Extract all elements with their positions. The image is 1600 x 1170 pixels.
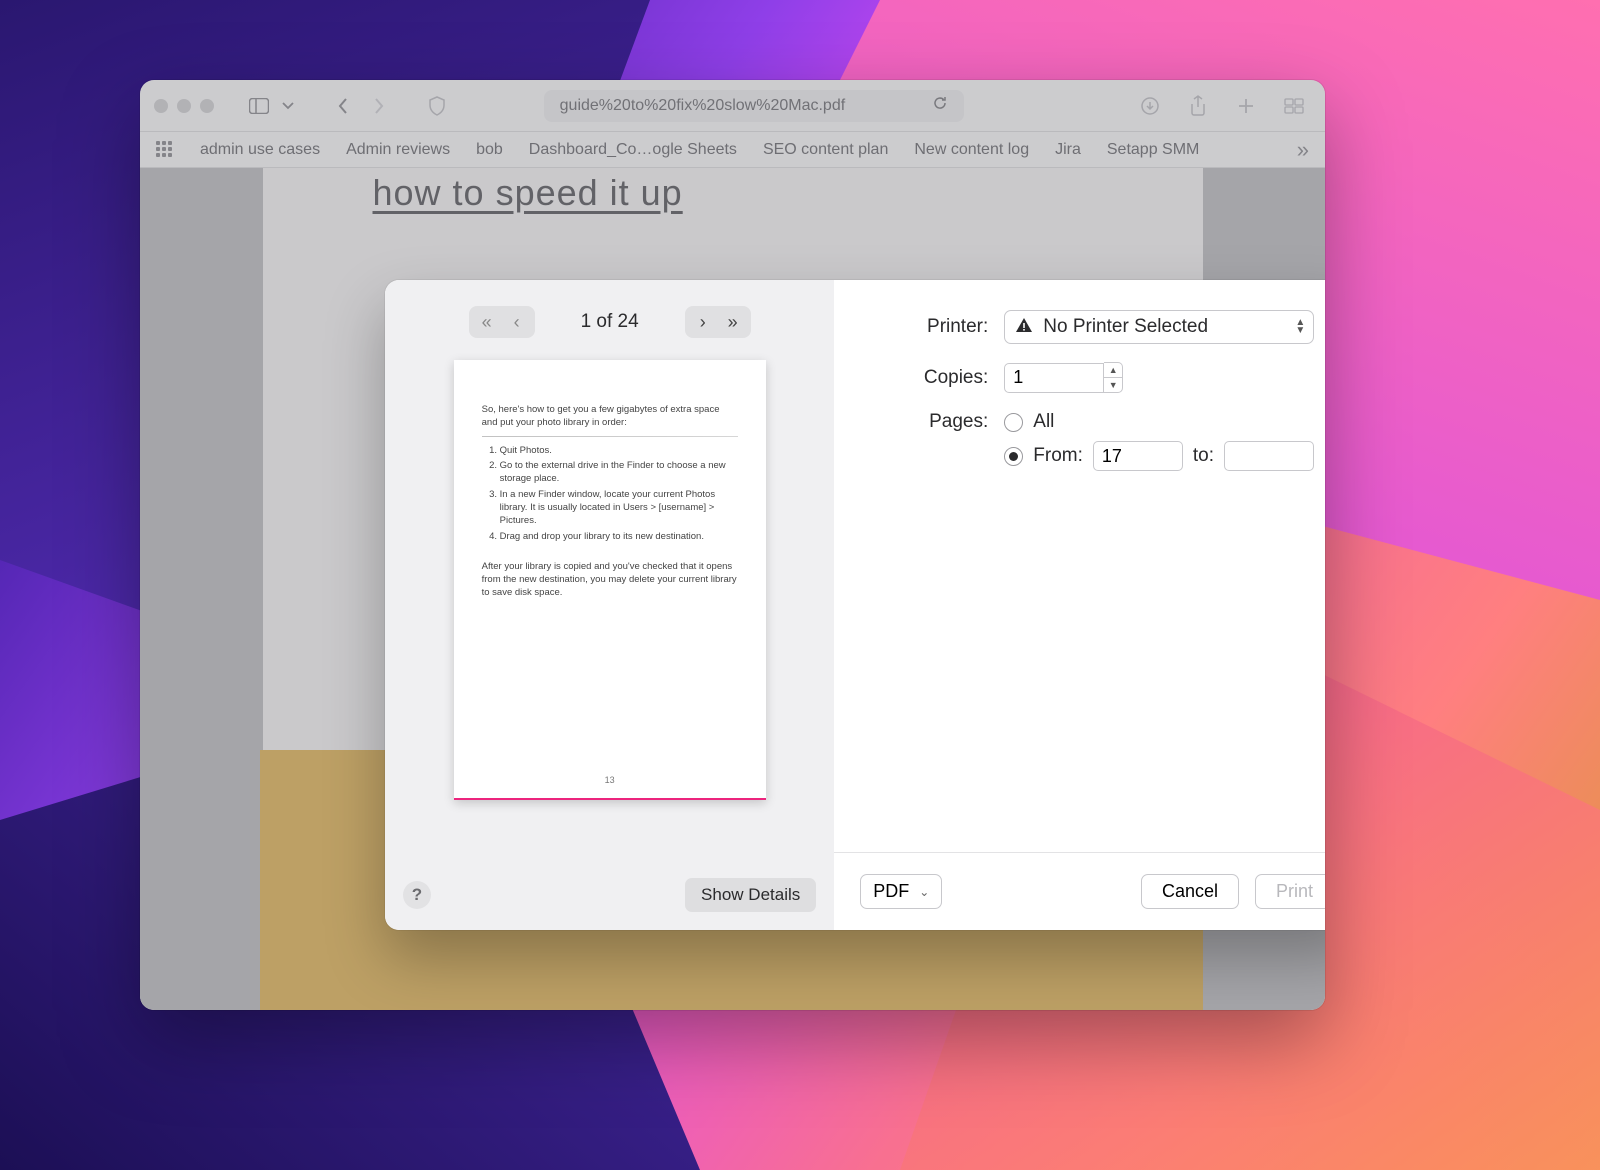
print-options-pane: Printer: No Printer Selected ▲▼ Copies: … bbox=[834, 280, 1325, 930]
preview-page-number: 13 bbox=[454, 774, 766, 786]
copies-label: Copies: bbox=[834, 367, 1004, 389]
reload-icon[interactable] bbox=[932, 95, 948, 116]
back-button[interactable] bbox=[326, 92, 360, 120]
pdf-button-label: PDF bbox=[873, 881, 909, 902]
preview-intro: So, here's how to get you a few gigabyte… bbox=[482, 404, 738, 430]
copies-input[interactable] bbox=[1004, 363, 1104, 393]
warning-icon bbox=[1015, 317, 1033, 338]
sidebar-dropdown-icon[interactable] bbox=[278, 92, 298, 120]
bookmarks-bar: admin use cases Admin reviews bob Dashbo… bbox=[140, 132, 1325, 168]
apps-grid-icon[interactable] bbox=[156, 141, 174, 159]
preview-steps: Quit Photos. Go to the external drive in… bbox=[500, 445, 738, 544]
window-controls bbox=[154, 99, 214, 113]
pages-from-label: From: bbox=[1033, 445, 1083, 467]
stepper-up-icon[interactable]: ▲ bbox=[1104, 363, 1122, 378]
printer-value: No Printer Selected bbox=[1043, 316, 1208, 338]
prev-page-button[interactable]: ‹ bbox=[502, 309, 532, 335]
sidebar-toggle-icon[interactable] bbox=[242, 92, 276, 120]
bookmark-item[interactable]: SEO content plan bbox=[763, 141, 888, 159]
first-page-button[interactable]: « bbox=[472, 309, 502, 335]
preview-page: So, here's how to get you a few gigabyte… bbox=[454, 360, 766, 800]
bookmark-item[interactable]: admin use cases bbox=[200, 141, 320, 159]
address-bar[interactable]: guide%20to%20fix%20slow%20Mac.pdf bbox=[544, 90, 964, 122]
preview-first-prev-group: « ‹ bbox=[469, 306, 535, 338]
doc-heading: how to speed it up bbox=[263, 168, 1203, 224]
copies-stepper[interactable]: ▲▼ bbox=[1104, 362, 1123, 393]
pages-from-radio[interactable] bbox=[1004, 447, 1023, 466]
chevron-down-icon: ⌄ bbox=[919, 885, 929, 899]
tabs-overview-icon[interactable] bbox=[1277, 92, 1311, 120]
preview-step: Quit Photos. bbox=[500, 445, 738, 458]
print-button[interactable]: Print bbox=[1255, 874, 1325, 909]
new-tab-icon[interactable] bbox=[1229, 92, 1263, 120]
share-icon[interactable] bbox=[1181, 92, 1215, 120]
preview-step: Go to the external drive in the Finder t… bbox=[500, 460, 738, 486]
minimize-window-button[interactable] bbox=[177, 99, 191, 113]
pages-to-input[interactable] bbox=[1224, 441, 1314, 471]
shield-icon[interactable] bbox=[420, 92, 454, 120]
print-dialog: « ‹ 1 of 24 › » So, here's how to get yo… bbox=[385, 280, 1325, 930]
bookmark-item[interactable]: Setapp SMM bbox=[1107, 141, 1199, 159]
preview-next-last-group: › » bbox=[685, 306, 751, 338]
bookmark-item[interactable]: Jira bbox=[1055, 141, 1081, 159]
page-indicator: 1 of 24 bbox=[553, 311, 667, 333]
close-window-button[interactable] bbox=[154, 99, 168, 113]
last-page-button[interactable]: » bbox=[718, 309, 748, 335]
bookmark-item[interactable]: Dashboard_Co…ogle Sheets bbox=[529, 141, 737, 159]
bookmark-item[interactable]: bob bbox=[476, 141, 503, 159]
next-page-button[interactable]: › bbox=[688, 309, 718, 335]
printer-select[interactable]: No Printer Selected ▲▼ bbox=[1004, 310, 1314, 344]
pages-all-radio[interactable] bbox=[1004, 413, 1023, 432]
bookmark-item[interactable]: New content log bbox=[914, 141, 1029, 159]
forward-button[interactable] bbox=[362, 92, 396, 120]
pages-label: Pages: bbox=[834, 411, 1004, 433]
printer-label: Printer: bbox=[834, 316, 1004, 338]
preview-step: Drag and drop your library to its new de… bbox=[500, 531, 738, 544]
downloads-icon[interactable] bbox=[1133, 92, 1167, 120]
select-chevron-icon: ▲▼ bbox=[1295, 319, 1305, 335]
url-text: guide%20to%20fix%20slow%20Mac.pdf bbox=[560, 97, 846, 115]
titlebar: guide%20to%20fix%20slow%20Mac.pdf bbox=[140, 80, 1325, 132]
print-preview-pane: « ‹ 1 of 24 › » So, here's how to get yo… bbox=[385, 280, 834, 930]
zoom-window-button[interactable] bbox=[200, 99, 214, 113]
pdf-dropdown-button[interactable]: PDF ⌄ bbox=[860, 874, 942, 909]
pages-from-input[interactable] bbox=[1093, 441, 1183, 471]
pages-to-label: to: bbox=[1193, 445, 1214, 467]
bookmarks-overflow-icon[interactable]: » bbox=[1297, 137, 1309, 163]
stepper-down-icon[interactable]: ▼ bbox=[1104, 378, 1122, 393]
pages-all-label: All bbox=[1033, 411, 1054, 433]
help-button[interactable]: ? bbox=[403, 881, 431, 909]
preview-outro: After your library is copied and you've … bbox=[482, 561, 738, 599]
cancel-button[interactable]: Cancel bbox=[1141, 874, 1239, 909]
preview-step: In a new Finder window, locate your curr… bbox=[500, 489, 738, 527]
safari-window: guide%20to%20fix%20slow%20Mac.pdf admin … bbox=[140, 80, 1325, 1010]
bookmark-item[interactable]: Admin reviews bbox=[346, 141, 450, 159]
show-details-button[interactable]: Show Details bbox=[685, 878, 816, 912]
